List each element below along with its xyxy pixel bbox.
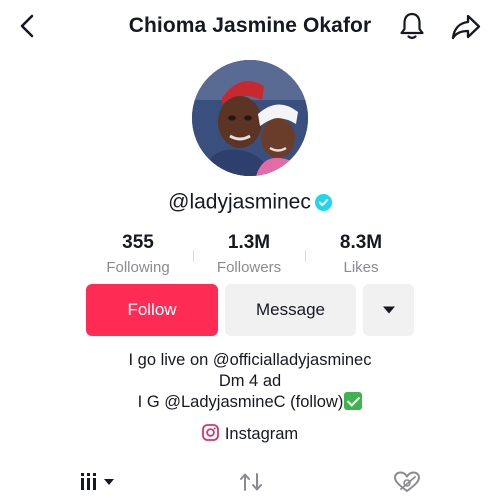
bio-line: Dm 4 ad bbox=[218, 372, 282, 390]
bio-line: I G @LadyjasmineC (follow) bbox=[137, 393, 344, 411]
stat-divider bbox=[193, 250, 194, 262]
top-bar: Chioma Jasmine Okafor bbox=[0, 0, 500, 52]
content-tabs bbox=[0, 466, 500, 500]
stat-label: Likes bbox=[343, 259, 379, 276]
stat-label: Followers bbox=[216, 259, 282, 276]
follow-button[interactable]: Follow bbox=[86, 284, 218, 336]
videos-grid-icon bbox=[81, 473, 114, 490]
more-options-button[interactable] bbox=[363, 284, 414, 336]
repost-icon bbox=[240, 473, 262, 491]
share-icon[interactable] bbox=[450, 12, 482, 42]
profile-handle-row: @ladyjasminec bbox=[0, 190, 500, 214]
profile-handle: @ladyjasminec bbox=[168, 190, 311, 214]
verified-badge-icon bbox=[314, 193, 332, 211]
stat-divider bbox=[305, 250, 306, 262]
stat-value: 8.3M bbox=[339, 232, 383, 253]
tab-reposts[interactable] bbox=[238, 470, 264, 499]
instagram-link[interactable]: Instagram bbox=[0, 424, 500, 444]
bio-line-with-check: I G @LadyjasmineC (follow) bbox=[0, 392, 500, 413]
profile-stats: 355 Following 1.3M Followers 8.3M Likes bbox=[0, 232, 500, 280]
stat-label: Following bbox=[106, 259, 170, 276]
instagram-icon bbox=[201, 424, 219, 441]
stat-following[interactable]: 355 Following bbox=[83, 232, 193, 276]
stat-value: 1.3M bbox=[227, 232, 271, 253]
profile-bio: I go live on @officialladyjasminec Dm 4 … bbox=[0, 350, 500, 413]
stat-likes[interactable]: 8.3M Likes bbox=[306, 232, 416, 276]
stat-followers[interactable]: 1.3M Followers bbox=[194, 232, 304, 276]
caret-down-icon bbox=[382, 306, 395, 314]
bio-line: I go live on @officialladyjasminec bbox=[128, 351, 372, 369]
tab-videos[interactable] bbox=[79, 470, 119, 497]
check-mark-icon bbox=[344, 392, 363, 410]
tab-liked[interactable] bbox=[393, 470, 421, 499]
avatar[interactable] bbox=[192, 60, 308, 176]
stat-value: 355 bbox=[122, 232, 154, 253]
message-button[interactable]: Message bbox=[225, 284, 356, 336]
instagram-link-label: Instagram bbox=[224, 425, 299, 443]
bell-icon[interactable] bbox=[398, 11, 426, 41]
avatar-photo bbox=[192, 60, 308, 176]
liked-hidden-icon bbox=[394, 471, 420, 492]
